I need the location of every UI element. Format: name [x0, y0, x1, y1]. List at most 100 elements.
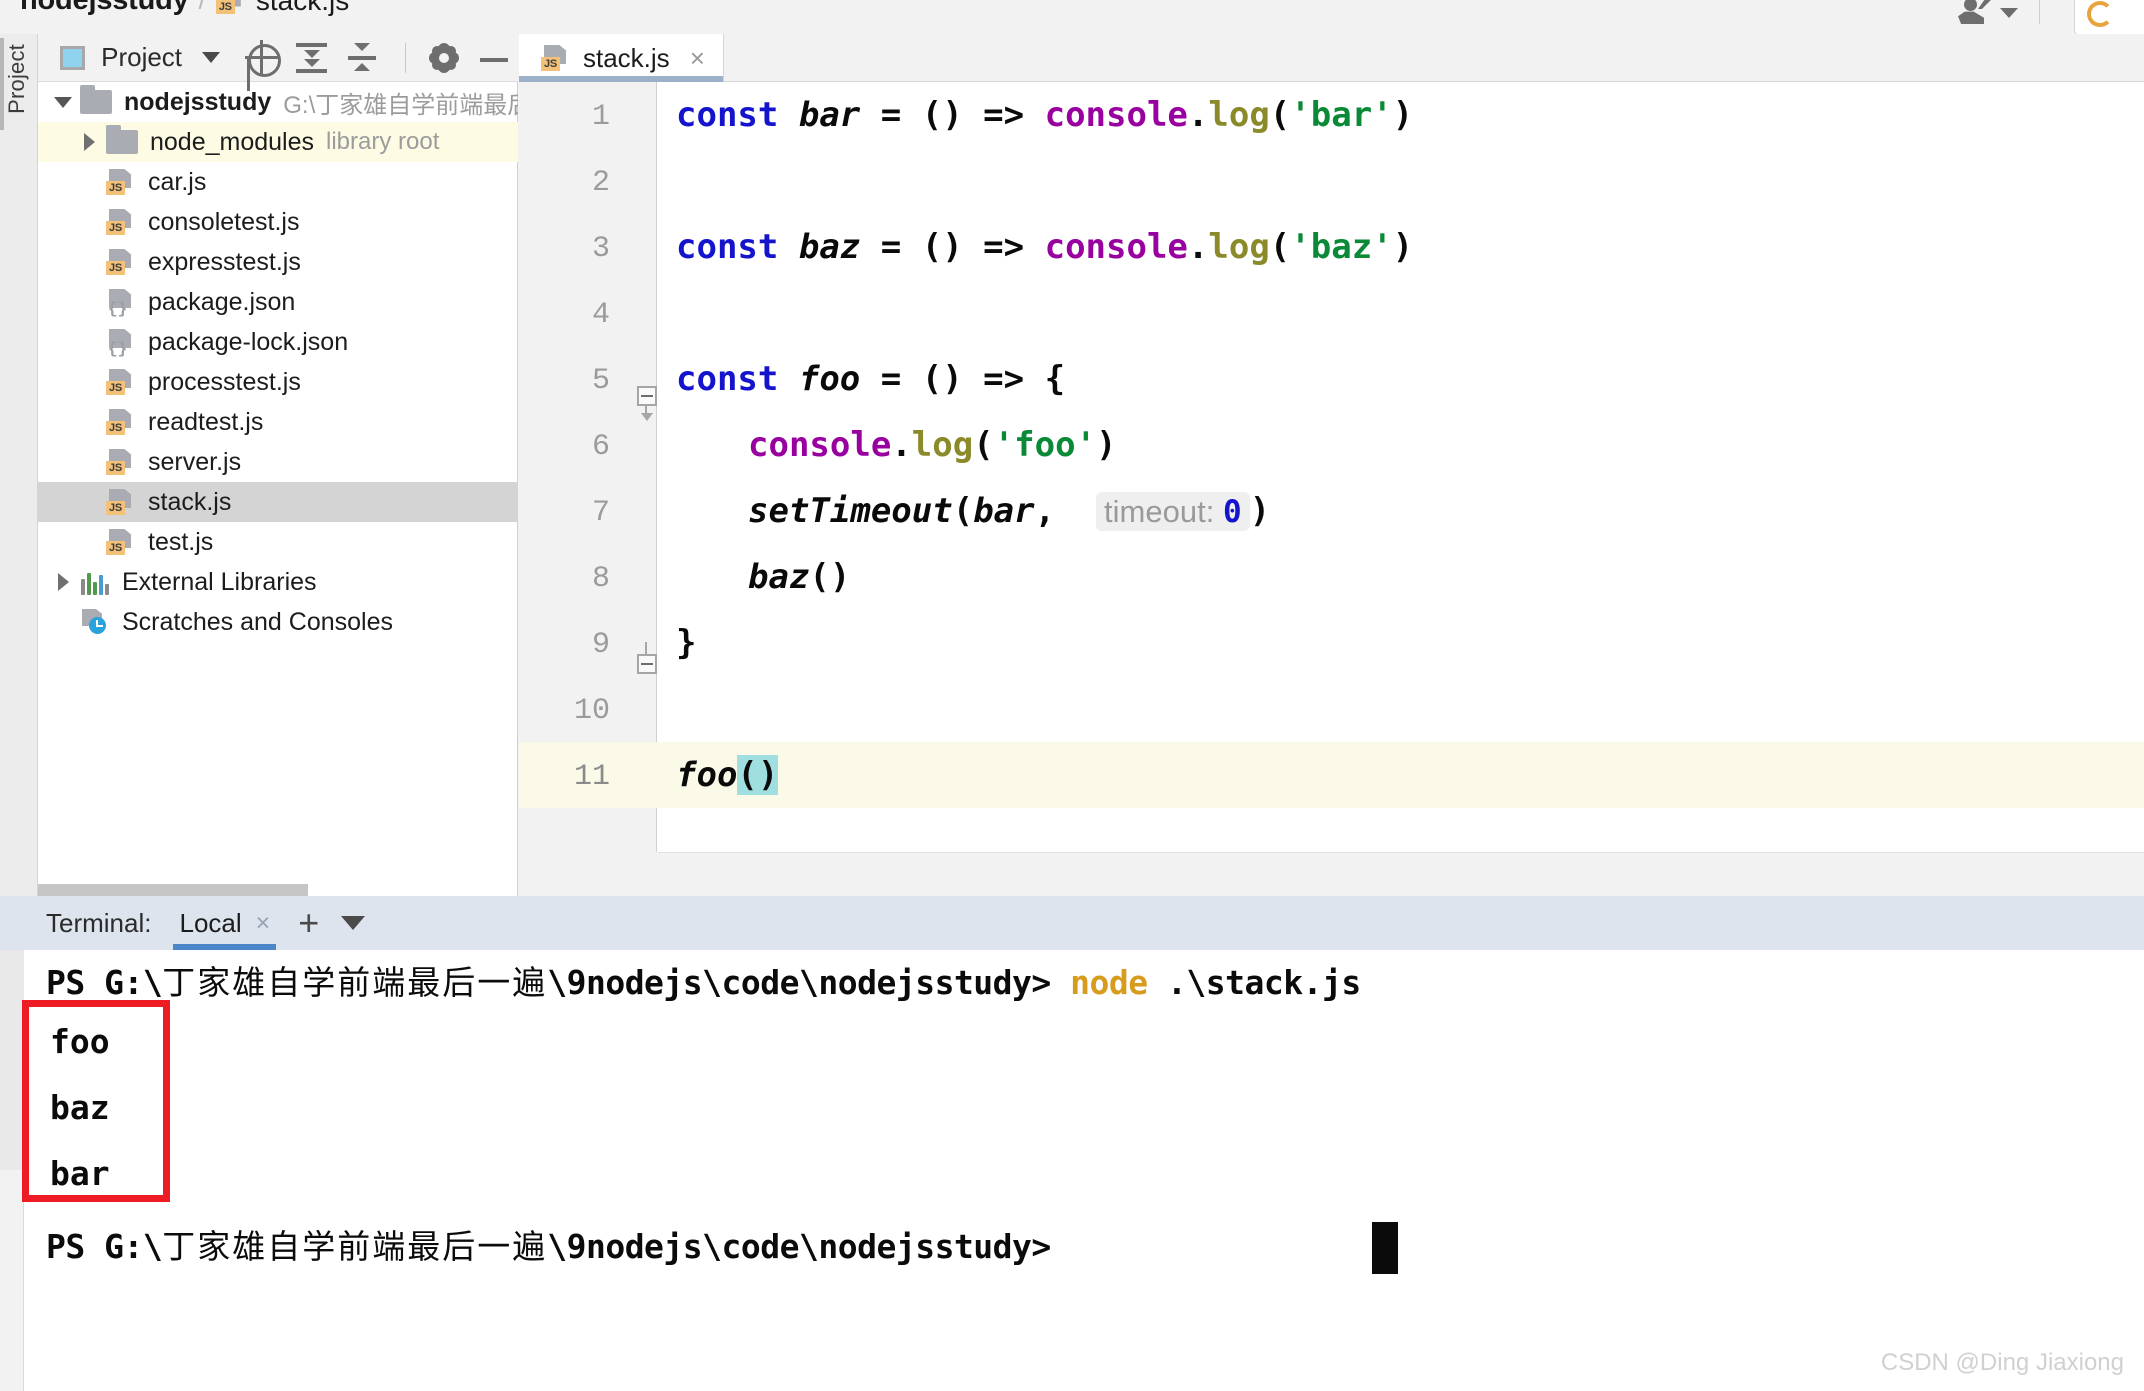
- tree-item-stack-js[interactable]: JS stack.js: [38, 482, 518, 522]
- js-file-icon: JS: [106, 209, 136, 235]
- prompt-path-cn: 丁家雄自学前端最后一遍: [162, 1227, 548, 1266]
- code-line-8: baz(): [748, 557, 851, 597]
- code-fold-end-marker[interactable]: [637, 642, 659, 676]
- code-line-11: foo(): [676, 755, 779, 795]
- project-horizontal-scrollbar[interactable]: [38, 884, 308, 896]
- tree-item-label: test.js: [148, 527, 214, 556]
- editor-area: JS stack.js × 1 2 3 4 5 6 7 8 9 10 11 co…: [519, 34, 2144, 896]
- breadcrumb-file[interactable]: stack.js: [256, 0, 349, 17]
- js-file-icon: JS: [106, 489, 136, 515]
- code-line-3: const baz = () => console.log('baz'): [676, 227, 1414, 267]
- folder-icon: [80, 85, 112, 114]
- tree-item-nodejsstudy[interactable]: nodejsstudy G:\丁家雄自学前端最后: [38, 82, 518, 122]
- tree-item-label: readtest.js: [148, 407, 264, 436]
- tree-item-test-js[interactable]: JS test.js: [38, 522, 518, 562]
- tree-item-label: External Libraries: [122, 567, 317, 596]
- code-line-1: const bar = () => console.log('bar'): [676, 95, 1414, 135]
- user-menu[interactable]: [1958, 0, 2018, 24]
- toolbar-divider: [404, 42, 406, 73]
- locate-icon[interactable]: [242, 38, 282, 78]
- tree-item-readtest-js[interactable]: JS readtest.js: [38, 402, 518, 442]
- expand-all-icon[interactable]: [292, 38, 330, 78]
- line-number-gutter[interactable]: 1 2 3 4 5 6 7 8 9 10 11: [519, 82, 657, 896]
- text-selection: (): [737, 755, 779, 795]
- prompt-path: \9nodejs\code\nodejsstudy>: [547, 1227, 1051, 1266]
- chevron-right-icon[interactable]: [46, 573, 80, 591]
- tree-item-package-lock-json[interactable]: {} package-lock.json: [38, 322, 518, 362]
- breadcrumb-project[interactable]: nodejsstudy: [20, 0, 189, 17]
- inlay-hint-label: timeout:: [1104, 494, 1215, 529]
- line-number: 6: [591, 430, 610, 464]
- tree-item-processtest-js[interactable]: JS processtest.js: [38, 362, 518, 402]
- terminal-panel: Terminal: Local × + PS G:\丁家雄自学前端最后一遍\9n…: [0, 896, 2144, 1391]
- json-file-icon: {}: [106, 329, 136, 357]
- gear-icon[interactable]: [424, 38, 462, 78]
- chevron-down-icon: [2000, 8, 2018, 18]
- terminal-cursor: [1372, 1222, 1398, 1274]
- project-panel: Project nodejsstudy G:\丁家雄自学前端最后 node_mo…: [38, 34, 518, 896]
- breadcrumb-bar: nodejsstudy / JS stack.js: [0, 0, 2144, 34]
- code-line-7: setTimeout(bar, timeout: 0): [748, 491, 1271, 531]
- tree-item-consoletest-js[interactable]: JS consoletest.js: [38, 202, 518, 242]
- line-number: 3: [591, 232, 610, 266]
- js-file-icon: JS: [106, 409, 136, 435]
- code-content[interactable]: const bar = () => console.log('bar') con…: [658, 82, 2144, 896]
- inlay-hint-value: 0: [1222, 494, 1242, 530]
- tab-stack-js[interactable]: JS stack.js ×: [519, 34, 724, 82]
- tree-item-expresstest-js[interactable]: JS expresstest.js: [38, 242, 518, 282]
- project-tree: nodejsstudy G:\丁家雄自学前端最后 node_modules li…: [38, 82, 518, 876]
- code-line-9: }: [676, 623, 697, 663]
- line-number: 7: [591, 496, 610, 530]
- chevron-right-icon[interactable]: [72, 133, 106, 151]
- tree-item-node_modules[interactable]: node_modules library root: [38, 122, 518, 162]
- json-file-icon: {}: [106, 289, 136, 317]
- tree-item-package-json[interactable]: {} package.json: [38, 282, 518, 322]
- breadcrumb: nodejsstudy / JS stack.js: [20, 0, 349, 17]
- terminal-scrollbar[interactable]: [0, 950, 24, 1170]
- code-editor[interactable]: 1 2 3 4 5 6 7 8 9 10 11 const bar = () =…: [519, 82, 2144, 896]
- watermark: CSDN @Ding Jiaxiong: [1880, 1349, 2124, 1376]
- chevron-down-icon[interactable]: [46, 96, 80, 108]
- titlebar-divider: [2039, 0, 2040, 24]
- project-panel-toolbar: Project: [38, 34, 518, 82]
- terminal-tab-local[interactable]: Local ×: [173, 896, 277, 950]
- project-view-icon: [60, 45, 86, 70]
- tree-item-server-js[interactable]: JS server.js: [38, 442, 518, 482]
- terminal-header: Terminal: Local × +: [0, 896, 2144, 950]
- minimize-icon[interactable]: [474, 38, 512, 78]
- prompt-prefix: PS G:\: [46, 1227, 163, 1266]
- tool-button-project[interactable]: Project: [4, 44, 30, 114]
- tree-item-label: car.js: [148, 167, 207, 196]
- collapse-all-icon[interactable]: [342, 38, 380, 78]
- terminal-output[interactable]: PS G:\丁家雄自学前端最后一遍\9nodejs\code\nodejsstu…: [24, 950, 2144, 1391]
- tree-item-car-js[interactable]: JS car.js: [38, 162, 518, 202]
- plus-icon[interactable]: +: [298, 905, 319, 941]
- js-file-icon: JS: [215, 0, 246, 14]
- tree-item-label: expresstest.js: [148, 247, 301, 276]
- tree-item-scratches-and-consoles[interactable]: Scratches and Consoles: [38, 602, 518, 642]
- ide-window: nodejsstudy / JS stack.js Project Projec…: [0, 0, 2144, 1391]
- prompt-path: \9nodejs\code\nodejsstudy>: [547, 963, 1051, 1002]
- close-icon[interactable]: ×: [256, 909, 271, 938]
- close-icon[interactable]: ×: [690, 43, 705, 74]
- terminal-command: node: [1070, 963, 1148, 1002]
- chevron-down-icon[interactable]: [341, 916, 366, 930]
- code-line-6: console.log('foo'): [748, 425, 1117, 465]
- js-file-icon: JS: [106, 449, 136, 475]
- chevron-down-icon[interactable]: [202, 52, 221, 63]
- tree-item-label: node_modules: [150, 127, 315, 156]
- project-panel-title[interactable]: Project: [101, 42, 182, 73]
- tree-item-external-libraries[interactable]: External Libraries: [38, 562, 518, 602]
- tree-item-label: nodejsstudy: [124, 87, 272, 116]
- code-line-5: const foo = () => {: [676, 359, 1066, 399]
- run-ring-icon: [2087, 1, 2113, 27]
- user-avatar-icon: [1958, 0, 1992, 24]
- js-file-icon: JS: [106, 249, 136, 275]
- line-number: 4: [591, 298, 610, 332]
- inlay-hint-timeout: timeout: 0: [1096, 492, 1250, 531]
- tab-label: stack.js: [583, 42, 670, 73]
- run-button[interactable]: [2074, 0, 2144, 34]
- line-number: 2: [591, 166, 610, 200]
- code-fold-toggle[interactable]: [637, 386, 659, 421]
- line-number: 5: [591, 364, 610, 398]
